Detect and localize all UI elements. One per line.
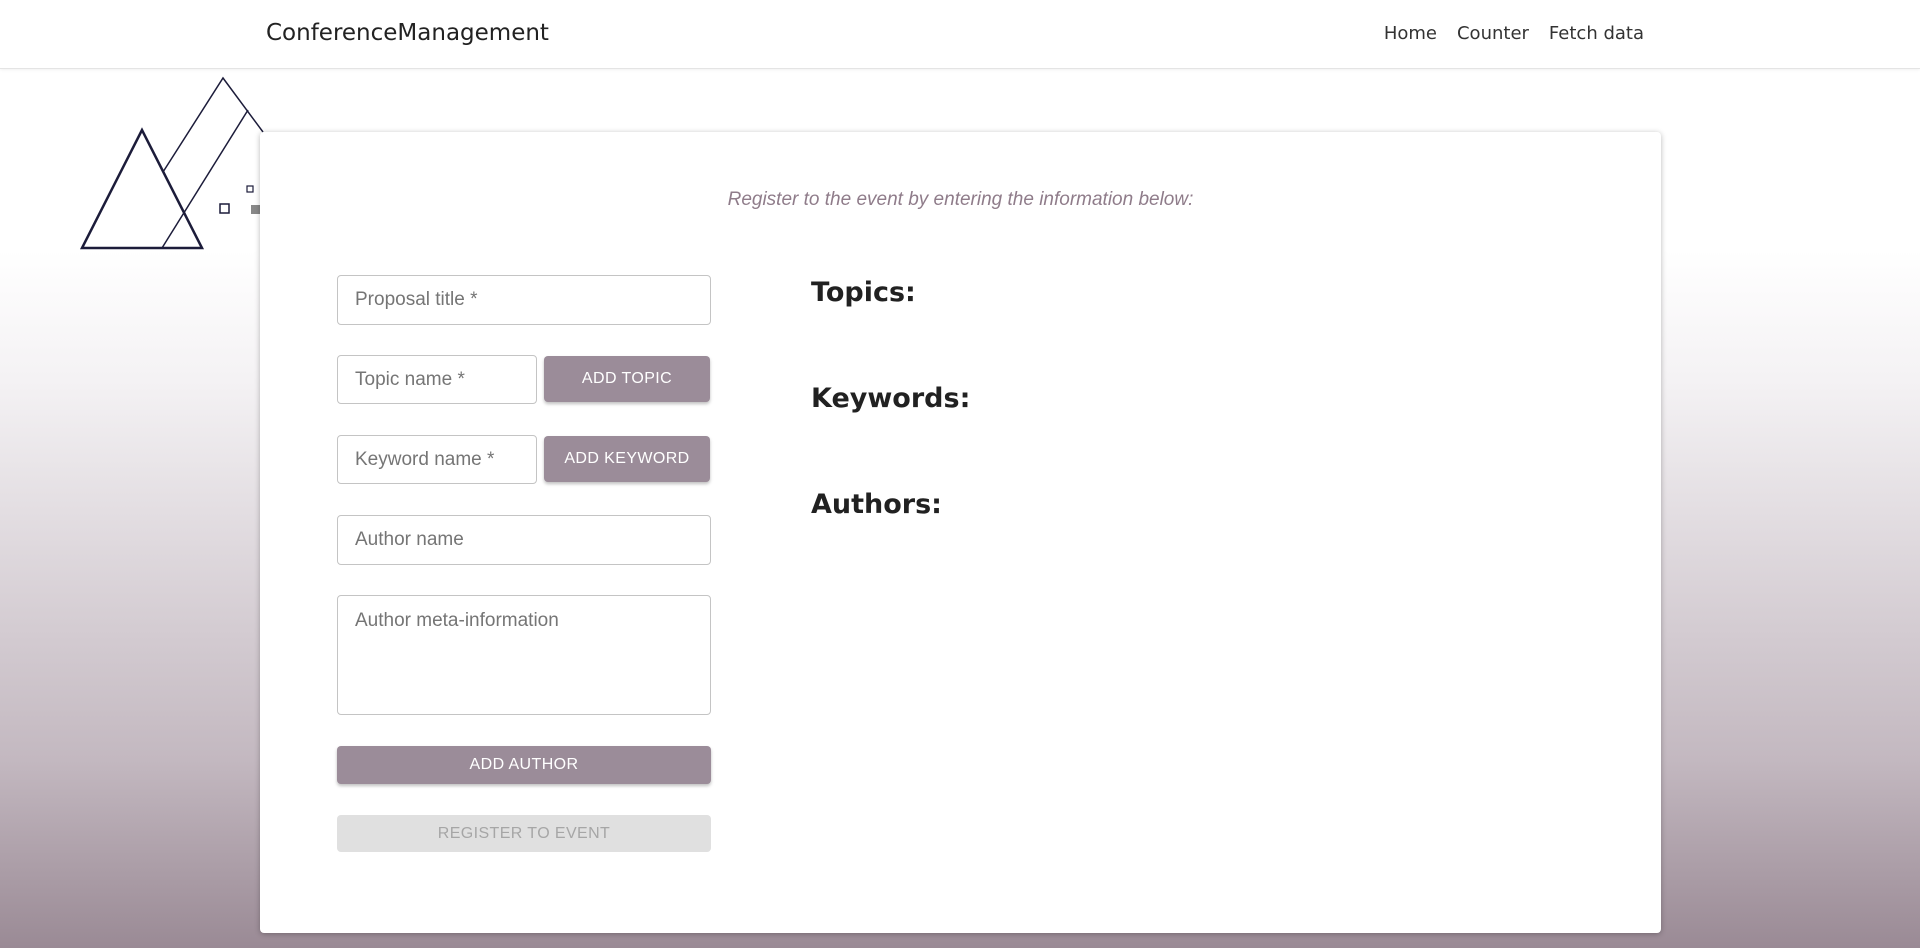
nav-link-counter[interactable]: Counter: [1457, 23, 1529, 44]
topic-name-input[interactable]: Topic name *: [337, 355, 537, 404]
register-to-event-button[interactable]: REGISTER TO EVENT: [337, 815, 711, 852]
add-author-button[interactable]: ADD AUTHOR: [337, 746, 711, 784]
nav-link-fetch-data[interactable]: Fetch data: [1549, 23, 1644, 44]
triangles-logo-icon: [79, 76, 264, 250]
nav-link-home[interactable]: Home: [1384, 23, 1437, 44]
keyword-name-input[interactable]: Keyword name *: [337, 435, 537, 484]
add-keyword-button[interactable]: ADD KEYWORD: [544, 436, 710, 482]
author-meta-textarea[interactable]: Author meta-information: [337, 595, 711, 715]
registration-card: Register to the event by entering the in…: [260, 132, 1661, 933]
add-topic-button[interactable]: ADD TOPIC: [544, 356, 710, 402]
authors-heading: Authors:: [811, 489, 942, 520]
keywords-heading: Keywords:: [811, 383, 971, 414]
author-name-input[interactable]: Author name: [337, 515, 711, 565]
topics-heading: Topics:: [811, 277, 916, 308]
form-subtitle: Register to the event by entering the in…: [727, 189, 1194, 210]
brand-link[interactable]: ConferenceManagement: [266, 20, 549, 46]
top-navbar: ConferenceManagement Home Counter Fetch …: [0, 0, 1920, 69]
nav-links: Home Counter Fetch data: [1384, 23, 1644, 44]
proposal-title-input[interactable]: Proposal title *: [337, 275, 711, 325]
